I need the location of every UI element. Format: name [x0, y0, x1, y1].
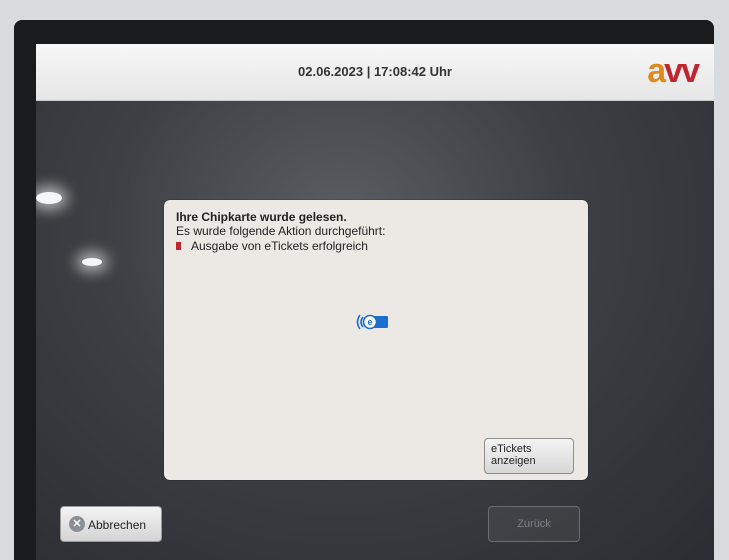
result-item-text: Ausgabe von eTickets erfolgreich: [191, 239, 368, 253]
light-reflection: [36, 192, 62, 204]
dialog-message: Es wurde folgende Aktion durchgeführt:: [176, 224, 386, 238]
e-chipcard-icon: e: [356, 314, 388, 330]
cancel-label: Abbrechen: [88, 518, 147, 532]
dialog-title: Ihre Chipkarte wurde gelesen.: [176, 210, 347, 224]
top-bar: 02.06.2023 | 17:08:42 Uhr avv: [36, 44, 714, 101]
date-time-display: 02.06.2023 | 17:08:42 Uhr: [298, 64, 452, 79]
red-bullet-icon: [176, 242, 181, 250]
close-icon: ✕: [69, 516, 85, 532]
show-etickets-button[interactable]: eTickets anzeigen: [484, 438, 574, 474]
cancel-button[interactable]: ✕ Abbrechen: [60, 506, 162, 542]
back-button[interactable]: Zurück: [488, 506, 580, 542]
svg-text:e: e: [367, 317, 372, 327]
chipcard-result-dialog: Ihre Chipkarte wurde gelesen. Es wurde f…: [164, 200, 588, 480]
ticket-machine-screen: 02.06.2023 | 17:08:42 Uhr avv Ihre Chipk…: [36, 44, 714, 560]
result-item: Ausgabe von eTickets erfolgreich: [176, 239, 368, 253]
light-reflection: [82, 258, 102, 266]
avv-logo: avv: [647, 52, 700, 90]
